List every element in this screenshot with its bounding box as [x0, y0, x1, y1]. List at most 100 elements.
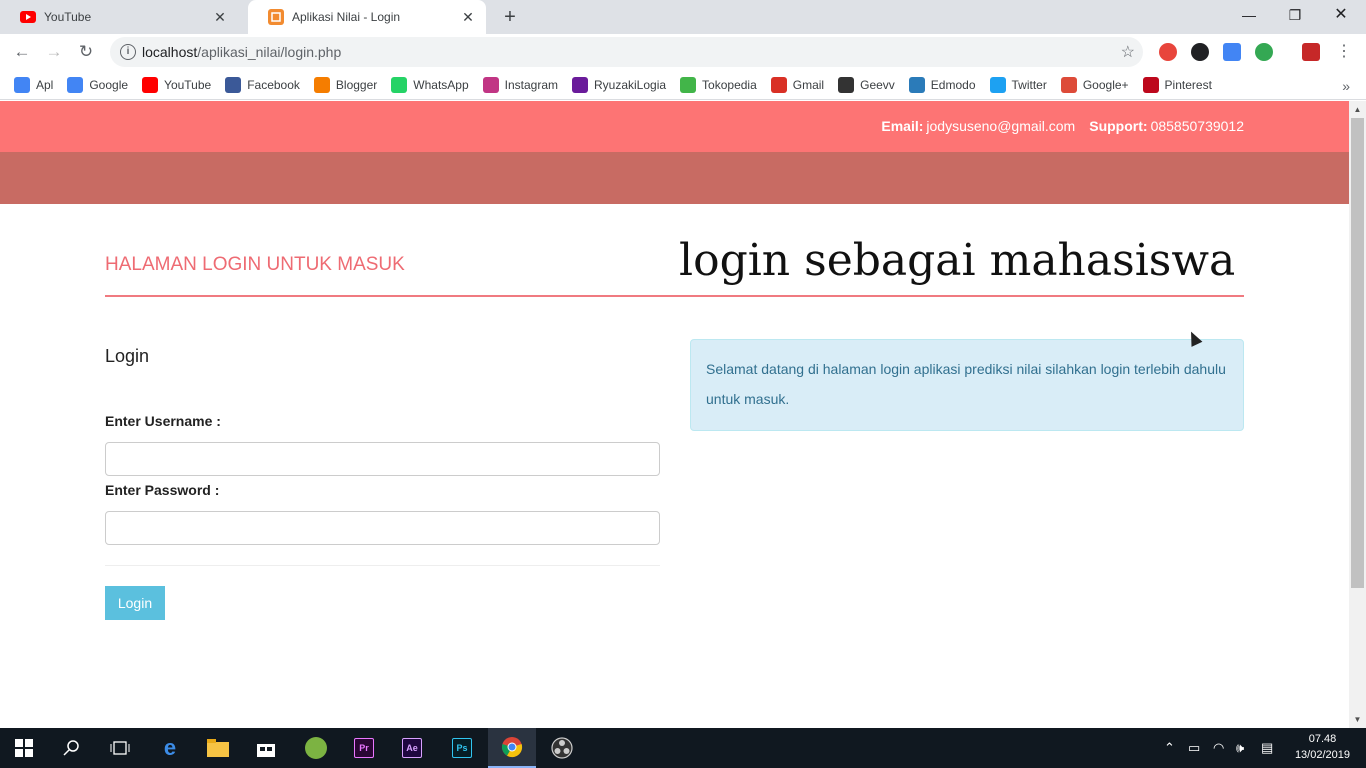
bookmark-label: YouTube [164, 77, 212, 92]
login-title: Login [105, 346, 150, 366]
after-effects-icon[interactable]: Ae [388, 728, 436, 768]
close-icon[interactable]: ✕ [212, 9, 228, 25]
system-clock[interactable]: 07.48 13/02/2019 [1295, 731, 1350, 763]
bookmark-label: Tokopedia [702, 77, 757, 92]
pinterest-icon [1142, 76, 1159, 93]
globe-app-icon[interactable] [292, 728, 340, 768]
bookmark-instagram[interactable]: Instagram [482, 76, 558, 93]
chrome-icon[interactable] [488, 728, 536, 768]
reload-icon[interactable]: ↻ [74, 40, 98, 64]
bookmark-apl[interactable]: Apl [14, 76, 54, 93]
welcome-alert: Selamat datang di halaman login aplikasi… [690, 339, 1244, 431]
bookmark-label: Edmodo [930, 77, 976, 92]
bookmark-label: Geevv [860, 77, 895, 92]
bookmarks-bar: Apl Google YouTube Facebook Blogger WhatsApp I… [0, 70, 1366, 100]
bookmarks-overflow[interactable]: » [1342, 78, 1350, 94]
edmodo-icon [908, 76, 925, 93]
bookmark-google[interactable]: Google [67, 76, 129, 93]
file-explorer-icon[interactable] [194, 728, 242, 768]
google-icon [67, 76, 84, 93]
windows-start-icon[interactable] [0, 728, 48, 768]
username-input[interactable] [105, 442, 660, 476]
support-value: 085850739012 [1150, 118, 1244, 134]
volume-icon[interactable]: 🕪 [1236, 728, 1244, 768]
top-contact-bar: Email: jodysuseno@gmail.com Support: 085850… [0, 101, 1349, 152]
new-tab-button[interactable]: + [498, 5, 522, 29]
bookmark-pinterest[interactable]: Pinterest [1142, 76, 1212, 93]
tab-strip: YouTube ✕ Aplikasi Nilai - Login ✕ + — ❐… [0, 0, 1366, 34]
bookmark-label: Blogger [335, 77, 378, 92]
bookmark-geevv[interactable]: Geevv [838, 76, 895, 93]
notification-icon[interactable]: ▤ [1261, 728, 1273, 768]
page-viewport: Email: jodysuseno@gmail.com Support: 085850… [0, 101, 1349, 728]
back-icon[interactable]: ← [10, 40, 34, 64]
scroll-down-icon[interactable]: ▼ [1349, 711, 1366, 728]
store-icon[interactable] [242, 728, 290, 768]
translate-icon[interactable] [1223, 43, 1241, 61]
bookmark-twitter[interactable]: Twitter [989, 76, 1047, 93]
extension-people-icon[interactable] [1159, 43, 1177, 61]
extension-fox-icon[interactable] [1302, 43, 1320, 61]
clock-date: 13/02/2019 [1294, 749, 1350, 761]
rl-icon [572, 76, 588, 93]
bookmark-edmodo[interactable]: Edmodo [908, 76, 976, 93]
bookmark-youtube[interactable]: YouTube [142, 76, 212, 93]
username-label: Enter Username : [105, 413, 221, 429]
extension-dark-icon[interactable] [1191, 43, 1209, 61]
search-icon[interactable] [48, 728, 96, 768]
restore-button[interactable]: ❐ [1272, 0, 1318, 30]
bookmark-label: Google [89, 77, 129, 92]
page-header: HALAMAN LOGIN UNTUK MASUK login sebagai … [105, 235, 1244, 297]
bookmark-ryuzakilogia[interactable]: RyuzakiLogia [572, 76, 667, 93]
bookmark-blogger[interactable]: Blogger [313, 76, 378, 93]
geevv-icon [838, 76, 855, 93]
password-input[interactable] [105, 511, 660, 545]
login-button[interactable]: Login [105, 586, 165, 620]
bookmark-whatsapp[interactable]: WhatsApp [391, 76, 469, 93]
scroll-up-icon[interactable]: ▲ [1349, 101, 1366, 118]
bookmark-label: Twitter [1011, 77, 1047, 92]
obs-icon[interactable] [538, 728, 586, 768]
scroll-thumb[interactable] [1351, 118, 1364, 588]
task-view-icon[interactable] [96, 728, 144, 768]
browser-toolbar: ← → ↻ i localhost/aplikasi_nilai/login.p… [0, 34, 1366, 70]
navbar-strip [0, 152, 1349, 204]
premiere-icon[interactable]: Pr [340, 728, 388, 768]
bookmark-tokopedia[interactable]: Tokopedia [680, 76, 757, 93]
tab-youtube[interactable]: YouTube ✕ [0, 0, 238, 34]
tab-aplikasi-nilai[interactable]: Aplikasi Nilai - Login ✕ [248, 0, 486, 34]
minimize-button[interactable]: — [1226, 0, 1272, 30]
gmail-icon [770, 76, 787, 93]
menu-dots-icon[interactable]: ⋮ [1332, 40, 1356, 64]
wifi-icon[interactable]: ◠ [1213, 728, 1224, 768]
clock-time: 07.48 [1308, 733, 1337, 745]
info-icon[interactable]: i [120, 44, 136, 60]
url-host: localhost [142, 44, 198, 60]
whatsapp-icon [391, 76, 408, 93]
bookmark-label: Gmail [792, 77, 825, 92]
battery-icon[interactable]: ▭ [1188, 728, 1200, 768]
bookmark-gmail[interactable]: Gmail [770, 76, 825, 93]
youtube-icon [142, 76, 159, 93]
extension-globe-icon[interactable] [1255, 43, 1273, 61]
photoshop-icon[interactable]: Ps [438, 728, 486, 768]
youtube-icon [20, 9, 36, 25]
bookmark-label: RyuzakiLogia [594, 77, 667, 92]
url-path: /aplikasi_nilai/login.php [197, 44, 342, 60]
edge-icon[interactable]: e [146, 728, 194, 768]
bookmark-label: Apl [36, 77, 54, 92]
windows-taskbar: e Pr Ae Ps ⌃ ▭ ◠ 🕪 ▤ 07.48 13/02/2019 [0, 728, 1366, 768]
page-scrollbar[interactable]: ▲ ▼ [1349, 101, 1366, 728]
password-label: Enter Password : [105, 482, 220, 498]
bookmark-google-[interactable]: Google+ [1060, 76, 1129, 93]
bookmark-facebook[interactable]: Facebook [225, 76, 300, 93]
bookmark-label: Google+ [1082, 77, 1129, 92]
tray-chevron-icon[interactable]: ⌃ [1164, 728, 1175, 768]
close-window-button[interactable]: ✕ [1318, 0, 1364, 30]
bookmark-label: Facebook [247, 77, 300, 92]
address-bar[interactable]: i localhost/aplikasi_nilai/login.php ☆ [110, 37, 1143, 67]
email-label: Email: [881, 118, 924, 134]
forward-icon[interactable]: → [42, 40, 66, 64]
star-icon[interactable]: ☆ [1121, 42, 1135, 62]
close-icon[interactable]: ✕ [460, 9, 476, 25]
